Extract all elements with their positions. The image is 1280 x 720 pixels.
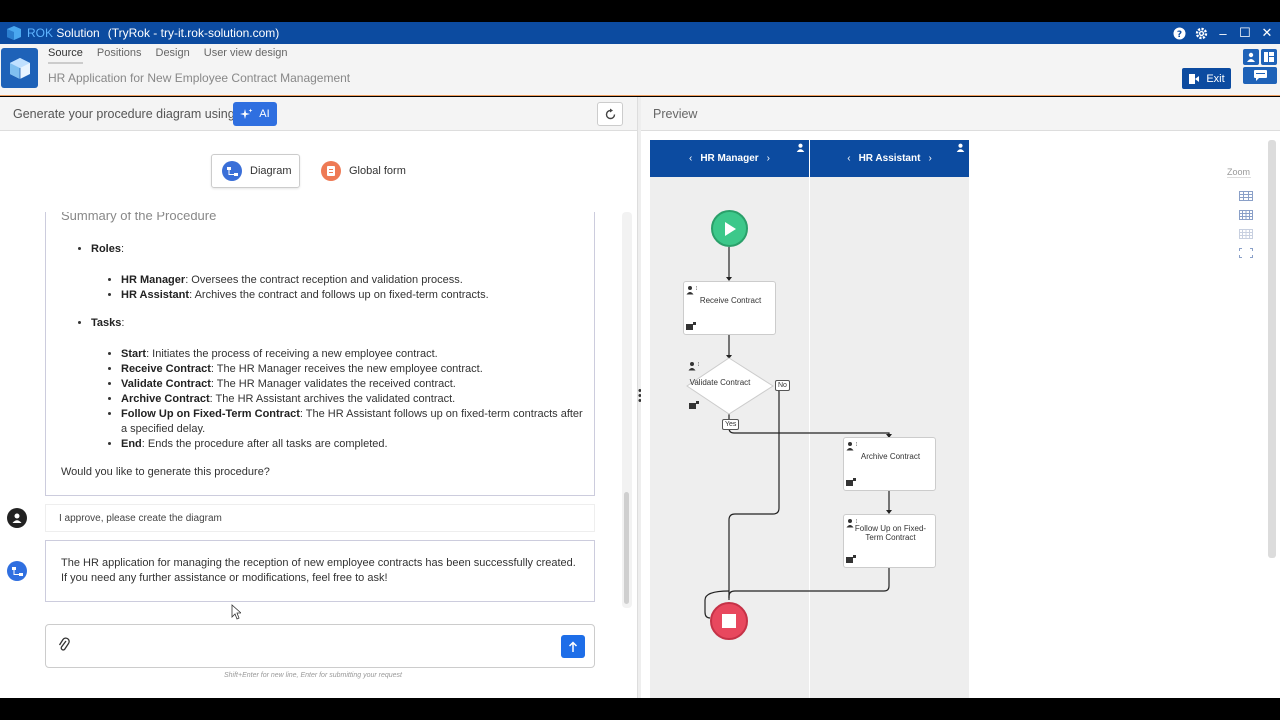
task-label: Archive Contract [860,452,921,461]
role-user-icon: 1 [686,286,698,295]
zoom-label: Zoom [1227,167,1251,178]
screen-bottom-bar [0,698,1280,720]
role-user-icon: 1 [846,442,858,451]
task-label: Follow Up on Fixed-Term Contract [854,524,927,542]
end-event[interactable] [710,602,748,640]
no-branch-label: No [775,380,790,391]
play-icon [724,221,736,236]
task-archive-contract[interactable]: 1 Archive Contract [843,437,936,491]
stop-icon [722,614,736,628]
svg-text:1: 1 [698,362,700,368]
role-user-icon: 1 [688,362,700,371]
svg-text:1: 1 [696,286,698,292]
gateway-label: Validate Contract [689,378,751,387]
svg-text:1: 1 [856,442,858,448]
fit-to-screen-icon[interactable] [1239,248,1253,258]
form-hand-icon [846,555,856,563]
form-hand-icon [846,478,856,486]
preview-scrollbar[interactable] [1268,140,1276,558]
zoom-grid-medium-icon[interactable] [1239,210,1253,220]
task-follow-up-fixed-term-contract[interactable]: 1 Follow Up on Fixed-Term Contract [843,514,936,568]
form-hand-icon [689,401,699,409]
task-label: Receive Contract [699,296,762,305]
flow-diagram [704,247,892,619]
zoom-grid-small-icon[interactable] [1239,229,1253,239]
task-receive-contract[interactable]: 1 Receive Contract [683,281,776,335]
yes-branch-label: Yes [722,419,740,430]
form-hand-icon [686,322,696,330]
start-event[interactable] [711,210,748,247]
zoom-grid-large-icon[interactable] [1239,191,1253,201]
